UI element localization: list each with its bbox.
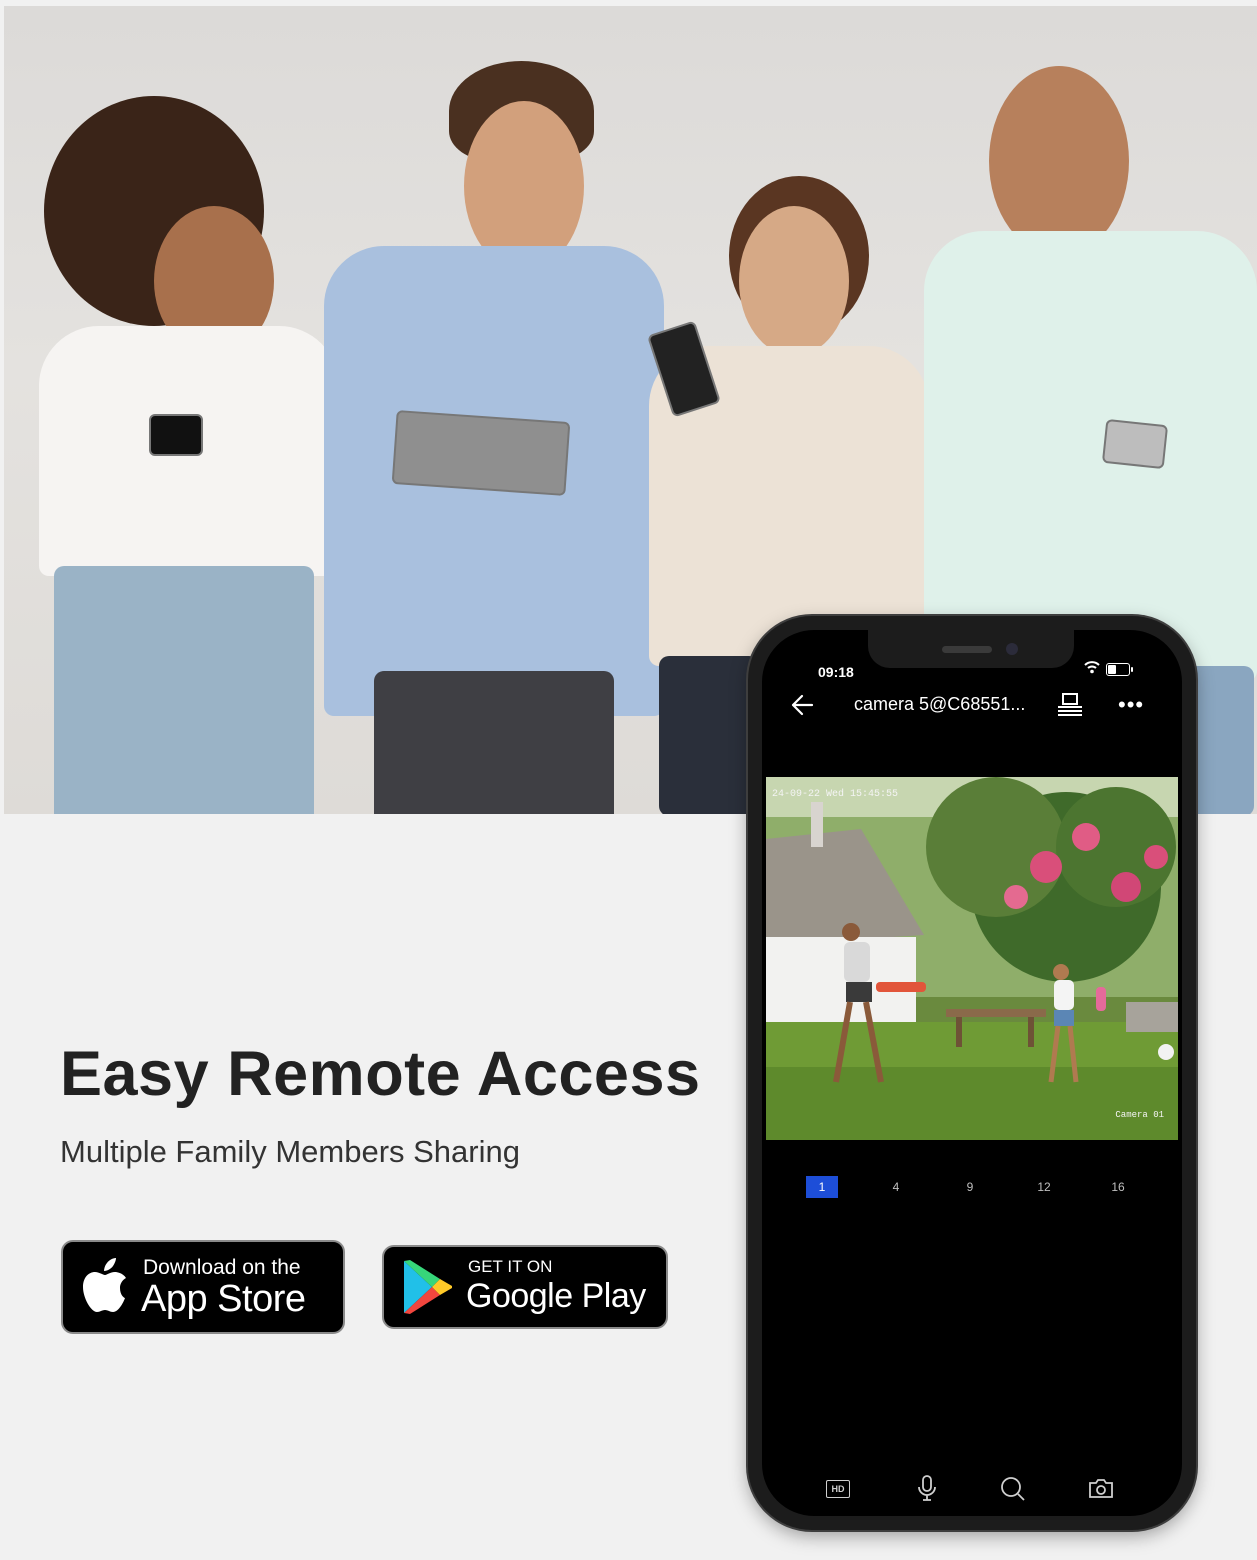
smartphone-prop (149, 414, 203, 456)
phone-screen: 09:18 camera 5@C68551... ••• 24-09-22 We… (762, 630, 1182, 1516)
smartphone-prop (1101, 418, 1169, 470)
page-headline: Easy Remote Access (60, 1039, 701, 1109)
grid-option-12[interactable]: 12 (1028, 1176, 1060, 1198)
earpiece-speaker (942, 646, 992, 653)
person-2 (324, 61, 674, 814)
tablet-prop (391, 410, 571, 496)
app-store-line1: Download on the (143, 1256, 301, 1279)
back-arrow-icon[interactable] (788, 692, 814, 718)
hd-label: HD (831, 1484, 845, 1494)
page-subheadline: Multiple Family Members Sharing (60, 1134, 520, 1169)
front-camera (1006, 643, 1018, 655)
snapshot-camera-icon[interactable] (1088, 1476, 1114, 1500)
battery-icon (1106, 663, 1133, 676)
grid-option-4[interactable]: 4 (880, 1176, 912, 1198)
hd-toggle-button[interactable]: HD (826, 1480, 850, 1498)
phone-notch (868, 630, 1074, 668)
google-play-line1: GET IT ON (468, 1257, 553, 1276)
grid-option-9[interactable]: 9 (954, 1176, 986, 1198)
feed-timestamp: 24-09-22 Wed 15:45:55 (772, 789, 899, 800)
google-play-badge[interactable]: GET IT ON Google Play (382, 1245, 668, 1329)
app-store-badge[interactable]: Download on the App Store (61, 1240, 345, 1334)
camera-toolbar: HD (762, 1470, 1182, 1510)
apple-logo-icon (83, 1258, 126, 1312)
backyard-scene (766, 777, 1178, 1140)
microphone-icon[interactable] (916, 1474, 938, 1502)
more-options-icon[interactable]: ••• (1118, 694, 1144, 716)
grid-layout-selector: 1 4 9 12 16 (806, 1176, 1136, 1198)
dual-view-icon[interactable] (1056, 692, 1084, 718)
feed-camera-label: Camera 01 (1115, 1110, 1164, 1120)
grid-option-16[interactable]: 16 (1102, 1176, 1134, 1198)
grid-option-1[interactable]: 1 (806, 1176, 838, 1198)
phone-mockup: 09:18 camera 5@C68551... ••• 24-09-22 We… (748, 616, 1196, 1530)
app-store-line2: App Store (141, 1278, 306, 1320)
google-play-line2: Google Play (466, 1277, 646, 1315)
status-time: 09:18 (818, 664, 854, 680)
google-play-logo-icon (404, 1260, 452, 1314)
wifi-icon (1084, 661, 1100, 674)
search-zoom-icon[interactable] (1000, 1476, 1026, 1502)
camera-title: camera 5@C68551... (854, 694, 1026, 714)
person-1 (24, 96, 344, 814)
camera-live-feed[interactable]: 24-09-22 Wed 15:45:55 Camera 01 (766, 777, 1178, 1140)
